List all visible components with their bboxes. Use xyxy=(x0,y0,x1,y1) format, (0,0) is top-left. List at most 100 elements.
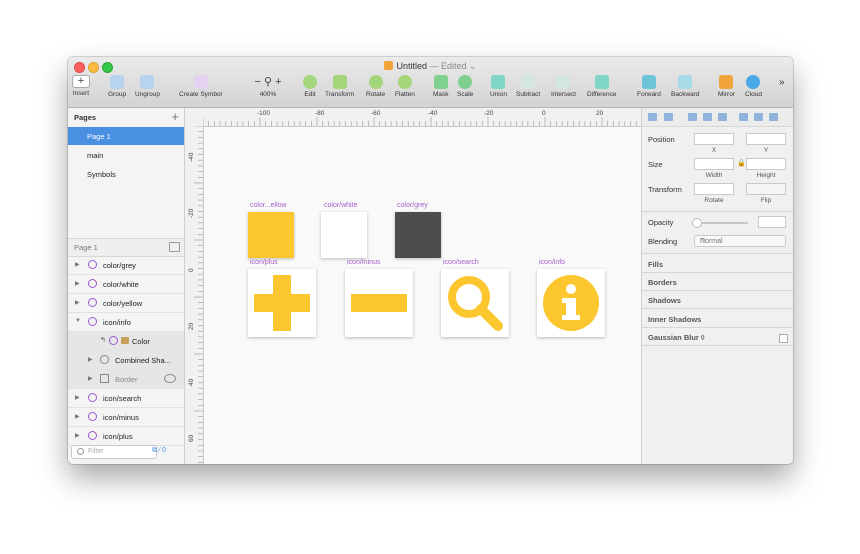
gaussian-blur-checkbox[interactable] xyxy=(779,334,788,343)
layer-item-icon-minus[interactable]: ▶ icon/minus xyxy=(68,408,184,427)
inner-shadows-section[interactable]: Inner Shadows xyxy=(648,315,701,324)
symbol-icon xyxy=(88,393,97,402)
align-right-icon[interactable] xyxy=(718,113,727,121)
page-item-page-1[interactable]: Page 1 xyxy=(68,127,184,145)
edit-icon xyxy=(303,75,317,89)
artboard-label-icon-search[interactable]: icon/search xyxy=(443,259,479,266)
group-button[interactable]: Group xyxy=(108,75,126,98)
scale-button[interactable]: Scale xyxy=(457,75,473,98)
layer-filter-input[interactable]: Filter xyxy=(71,445,157,459)
borders-section[interactable]: Borders xyxy=(648,278,677,287)
align-bottom-icon[interactable] xyxy=(769,113,778,121)
mirror-icon xyxy=(719,75,734,89)
flip-buttons[interactable] xyxy=(746,183,786,195)
transform-button[interactable]: Transform xyxy=(325,75,354,98)
mask-button[interactable]: Mask xyxy=(433,75,449,98)
intersect-button[interactable]: Intersect xyxy=(551,75,576,98)
add-page-icon[interactable]: + xyxy=(171,109,179,124)
artboard-label-icon-info[interactable]: icon/info xyxy=(539,259,565,266)
artboard-label-color-grey[interactable]: color/grey xyxy=(397,202,428,209)
slice-filter-icon[interactable]: ∕ xyxy=(159,447,160,454)
layer-item-color-yellow[interactable]: ▶ color/yellow xyxy=(68,294,184,313)
insert-button[interactable]: + Insert xyxy=(72,75,90,97)
artboard-label-color-yellow[interactable]: color...ellow xyxy=(250,202,287,209)
disclosure-right-icon[interactable]: ▶ xyxy=(75,394,80,401)
divider xyxy=(642,327,793,328)
cloud-button[interactable]: Cloud xyxy=(745,75,762,98)
chevron-updown-icon: ⌃ xyxy=(700,238,706,245)
layer-item-color-white[interactable]: ▶ color/white xyxy=(68,275,184,294)
color-yellow-swatch[interactable] xyxy=(248,212,294,258)
disclosure-right-icon[interactable]: ▶ xyxy=(75,432,80,439)
opacity-slider-knob[interactable] xyxy=(692,218,702,228)
flatten-button[interactable]: Flatten xyxy=(395,75,415,98)
collapse-icon[interactable] xyxy=(169,242,180,252)
shadows-section[interactable]: Shadows xyxy=(648,296,681,305)
edit-button[interactable]: Edit xyxy=(303,75,317,98)
disclosure-right-icon[interactable]: ▶ xyxy=(75,299,80,306)
difference-button[interactable]: Difference xyxy=(587,75,617,98)
distribute-vertical-icon[interactable] xyxy=(664,113,673,121)
height-field[interactable] xyxy=(746,158,786,170)
position-x-field[interactable] xyxy=(694,133,734,145)
current-page-bar: Page 1 xyxy=(68,238,184,257)
layer-item-combined-shape[interactable]: ▶ Combined Sha... xyxy=(68,351,184,370)
canvas[interactable]: -100 -80 -60 -40 -20 0 20 -40 -20 0 20 4… xyxy=(185,108,641,464)
forward-button[interactable]: Forward xyxy=(637,75,661,98)
icon-search-artboard[interactable] xyxy=(441,269,509,337)
disclosure-right-icon[interactable]: ▶ xyxy=(88,375,93,382)
align-top-icon[interactable] xyxy=(739,113,748,121)
page-item-symbols[interactable]: Symbols xyxy=(68,165,184,183)
visibility-eye-icon[interactable] xyxy=(164,374,176,383)
artboard-label-icon-minus[interactable]: icon/minus xyxy=(347,259,380,266)
disclosure-right-icon[interactable]: ▶ xyxy=(75,413,80,420)
union-button[interactable]: Union xyxy=(490,75,507,98)
blending-label: Blending xyxy=(648,237,678,246)
rotate-button[interactable]: Rotate xyxy=(366,75,385,98)
layer-item-color[interactable]: ↰ Color xyxy=(68,332,184,351)
position-label: Position xyxy=(648,135,675,144)
artboard-filter-icon[interactable]: ⧉ xyxy=(152,447,157,454)
layer-item-icon-plus[interactable]: ▶ icon/plus xyxy=(68,427,184,446)
position-y-field[interactable] xyxy=(746,133,786,145)
mirror-button[interactable]: Mirror xyxy=(718,75,735,98)
blending-select[interactable]: Normal ⌃ xyxy=(694,235,786,247)
ungroup-button[interactable]: Ungroup xyxy=(135,75,160,98)
width-field[interactable] xyxy=(694,158,734,170)
filter-options[interactable]: ⧉ ∕ 0 xyxy=(152,447,166,455)
artboard-label-icon-plus[interactable]: icon/plus xyxy=(250,259,278,266)
color-white-swatch[interactable] xyxy=(321,212,367,258)
disclosure-down-icon[interactable]: ▼ xyxy=(75,318,81,324)
layer-item-icon-search[interactable]: ▶ icon/search xyxy=(68,389,184,408)
gaussian-blur-section[interactable]: Gaussian Blur ◊ xyxy=(648,333,705,342)
rotate-field[interactable] xyxy=(694,183,734,195)
distribute-horizontal-icon[interactable] xyxy=(648,113,657,121)
align-center-icon[interactable] xyxy=(703,113,712,121)
align-left-icon[interactable] xyxy=(688,113,697,121)
icon-info-artboard[interactable] xyxy=(537,269,605,337)
subtract-button[interactable]: Subtract xyxy=(516,75,540,98)
opacity-slider[interactable] xyxy=(694,222,748,224)
icon-minus-artboard[interactable] xyxy=(345,269,413,337)
backward-button[interactable]: Backward xyxy=(671,75,700,98)
layer-item-icon-info[interactable]: ▼ icon/info xyxy=(68,313,184,332)
lock-icon[interactable]: 🔒 xyxy=(737,159,746,167)
opacity-field[interactable] xyxy=(758,216,786,228)
disclosure-right-icon[interactable]: ▶ xyxy=(75,261,80,268)
layer-item-color-grey[interactable]: ▶ color/grey xyxy=(68,256,184,275)
icon-plus-artboard[interactable] xyxy=(248,269,316,337)
create-symbol-button[interactable]: Create Symbol xyxy=(179,75,222,98)
combined-shape-icon xyxy=(100,355,109,364)
align-middle-icon[interactable] xyxy=(754,113,763,121)
symbol-icon xyxy=(193,75,208,89)
disclosure-right-icon[interactable]: ▶ xyxy=(88,356,93,363)
page-item-main[interactable]: main xyxy=(68,146,184,164)
toolbar-overflow-button[interactable]: » xyxy=(779,77,785,88)
zoom-control[interactable]: − ⚲ + 400% xyxy=(248,75,288,98)
union-icon xyxy=(491,75,506,89)
fills-section[interactable]: Fills xyxy=(648,260,663,269)
artboard-label-color-white[interactable]: color/white xyxy=(324,202,357,209)
layer-item-border[interactable]: ▶ Border xyxy=(68,370,184,389)
disclosure-right-icon[interactable]: ▶ xyxy=(75,280,80,287)
color-grey-swatch[interactable] xyxy=(395,212,441,258)
